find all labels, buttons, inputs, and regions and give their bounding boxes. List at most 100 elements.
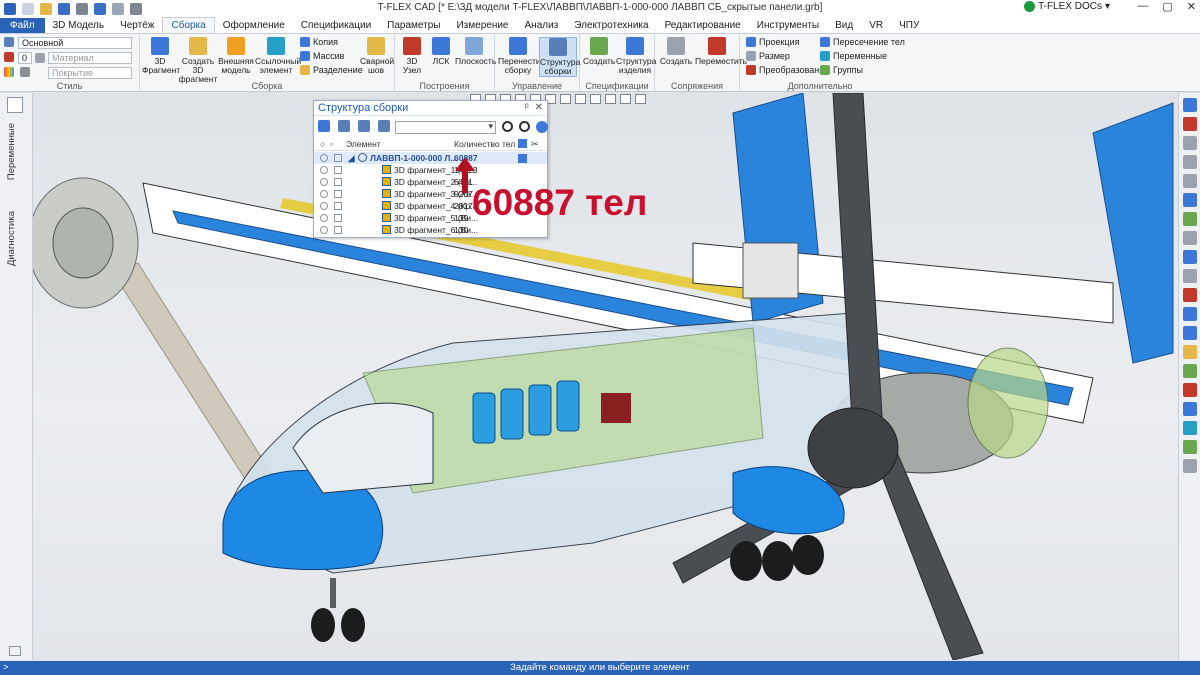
cube-view-icon[interactable] (1182, 307, 1197, 321)
tab-file[interactable]: Файл (0, 18, 45, 33)
section-icon[interactable] (1182, 250, 1197, 264)
groups-button[interactable]: Группы (820, 65, 863, 75)
tab-edit[interactable]: Редактирование (657, 18, 749, 33)
appearance-icon[interactable] (1182, 383, 1197, 397)
new-file-icon[interactable] (22, 2, 34, 15)
fragment-3d-button[interactable]: 3D Фрагмент (142, 37, 180, 75)
settings-icon[interactable] (1182, 459, 1197, 473)
lock-toggle-icon[interactable] (334, 154, 342, 162)
magnet-icon[interactable] (1182, 117, 1197, 131)
box-view-icon[interactable] (1182, 326, 1197, 340)
tab-diagnostics[interactable]: Диагностика (6, 211, 17, 266)
wireframe-icon[interactable] (1182, 421, 1197, 435)
tab-view[interactable]: Вид (827, 18, 861, 33)
table-row[interactable]: 3D фрагмент_6 (Ви... 130 (314, 224, 547, 236)
zoom-window-icon[interactable] (1182, 155, 1197, 169)
create-fragment-button[interactable]: Создать 3D фрагмент (178, 37, 218, 84)
tab-assembly[interactable]: Сборка (162, 17, 215, 33)
pin-button[interactable]: ᵖ (525, 102, 529, 113)
options-icon[interactable] (130, 2, 142, 15)
visibility-toggle-icon[interactable] (320, 178, 328, 186)
mate-move-button[interactable]: Переместить (695, 37, 747, 66)
pan-icon[interactable] (1182, 174, 1197, 188)
material-render-icon[interactable] (1182, 364, 1197, 378)
target-icon[interactable] (519, 121, 530, 132)
tab-parameters[interactable]: Параметры (379, 18, 448, 33)
tab-variables[interactable]: Переменные (6, 123, 17, 180)
projection-button[interactable]: Проекция (746, 37, 799, 47)
model-tree-icon[interactable] (7, 97, 23, 113)
lock-toggle-icon[interactable] (334, 202, 342, 210)
move-assembly-button[interactable]: Перенести сборку (498, 37, 541, 75)
close-button[interactable]: ✕ (1187, 0, 1196, 13)
node-3d-button[interactable]: 3D Узел (399, 37, 425, 75)
view-button[interactable] (605, 94, 616, 104)
reference-element-button[interactable]: Ссылочный элемент (255, 37, 301, 75)
search-icon[interactable] (502, 121, 513, 132)
tab-3d-model[interactable]: 3D Модель (45, 18, 112, 33)
panel-close-button[interactable]: ✕ (535, 102, 543, 113)
lock-toggle-icon[interactable] (334, 190, 342, 198)
docs-indicator[interactable]: T-FLEX DOCs ▾ (1024, 1, 1110, 12)
split-button[interactable]: Разделение (300, 65, 363, 75)
expand-icon[interactable]: ◢ (348, 152, 355, 164)
lock-toggle-icon[interactable] (334, 226, 342, 234)
spec-create-button[interactable]: Создать (583, 37, 615, 66)
view-button[interactable] (635, 94, 646, 104)
tab-cnc[interactable]: ЧПУ (891, 18, 927, 33)
tab-electrical[interactable]: Электротехника (566, 18, 656, 33)
material-field[interactable]: Материал (48, 52, 132, 64)
lock-toggle-icon[interactable] (334, 178, 342, 186)
external-model-button[interactable]: Внешняя модель (218, 37, 254, 75)
view-button[interactable] (620, 94, 631, 104)
color-swatch-icon[interactable] (20, 67, 30, 77)
save-column-icon[interactable] (518, 139, 527, 148)
layer-select[interactable]: Основной (18, 37, 132, 49)
lock-toggle-icon[interactable] (334, 166, 342, 174)
3d-viewport[interactable] (33, 93, 1178, 660)
column-body-count[interactable]: Количество тел (454, 139, 515, 149)
transform-button[interactable]: Преобразование (746, 65, 829, 75)
view-button[interactable] (590, 94, 601, 104)
tab-drawing[interactable]: Чертёж (112, 18, 162, 33)
visibility-toggle-icon[interactable] (320, 202, 328, 210)
hide-icon[interactable] (1182, 440, 1197, 454)
view-button[interactable] (560, 94, 571, 104)
copy-button[interactable]: Копия (300, 37, 338, 47)
variables-button[interactable]: Переменные (820, 51, 887, 61)
visibility-toggle-icon[interactable] (320, 154, 328, 162)
eye-icon[interactable] (1182, 231, 1197, 245)
aircraft-model[interactable] (33, 93, 1178, 660)
visibility-toggle-icon[interactable] (320, 214, 328, 222)
save-icon[interactable] (58, 2, 70, 15)
cursor-icon[interactable] (1182, 98, 1197, 112)
structure-filter-select[interactable] (395, 121, 496, 134)
column-element[interactable]: Элемент (346, 139, 381, 149)
assembly-structure-button[interactable]: Структура сборки (539, 37, 580, 77)
product-structure-button[interactable]: Структура изделия (616, 37, 656, 75)
level-field[interactable]: 0 (18, 52, 32, 64)
tab-vr[interactable]: VR (861, 18, 891, 33)
visibility-toggle-icon[interactable] (320, 166, 328, 174)
app-menu-icon[interactable] (4, 2, 16, 15)
tree-settings-icon[interactable] (378, 120, 390, 132)
tab-measure[interactable]: Измерение (448, 18, 516, 33)
mark-icon[interactable] (1182, 288, 1197, 302)
array-button[interactable]: Массив (300, 51, 344, 61)
visibility-toggle-icon[interactable] (320, 226, 328, 234)
coating-field[interactable]: Покрытие (48, 67, 132, 79)
measure-icon[interactable] (1182, 269, 1197, 283)
tab-tools[interactable]: Инструменты (749, 18, 827, 33)
open-file-icon[interactable] (40, 2, 52, 15)
filter-icon[interactable] (338, 120, 350, 132)
undo-icon[interactable] (94, 2, 106, 15)
rotate-icon[interactable] (1182, 193, 1197, 207)
redo-icon[interactable] (112, 2, 124, 15)
plane-button[interactable]: Плоскость (455, 37, 496, 66)
maximize-button[interactable]: ▢ (1162, 0, 1172, 13)
tab-analysis[interactable]: Анализ (517, 18, 567, 33)
body-intersection-button[interactable]: Пересечение тел (820, 37, 905, 47)
table-row[interactable]: 3D фрагмент_1 (Ф... 14723 (314, 164, 547, 176)
lock-toggle-icon[interactable] (334, 214, 342, 222)
print-icon[interactable] (76, 2, 88, 15)
